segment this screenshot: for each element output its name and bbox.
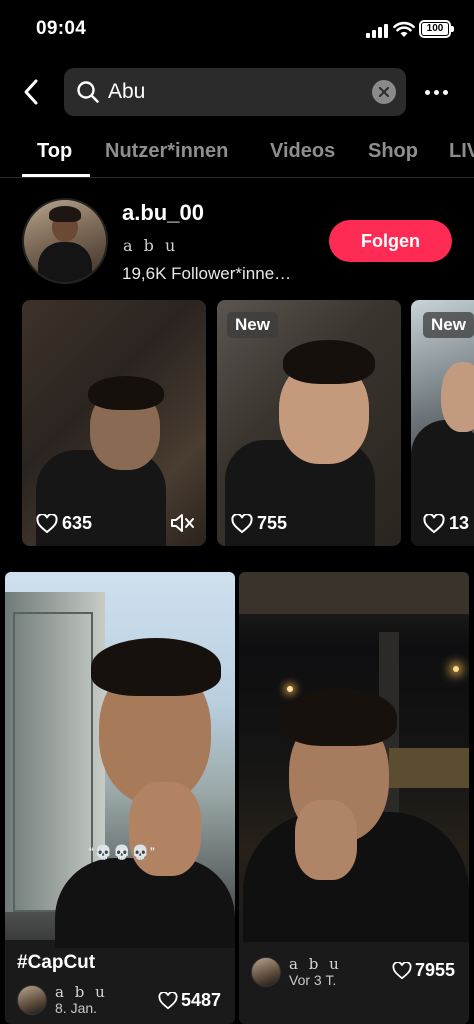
new-badge: New <box>423 312 474 338</box>
heart-icon <box>158 991 178 1009</box>
post-date: 8. Jan. <box>55 1000 98 1016</box>
heart-icon <box>423 513 445 533</box>
video-card[interactable]: a b u Vor 3 T. 7955 <box>239 572 469 1024</box>
author-name: a b u <box>289 955 342 973</box>
video-likes: 635 <box>36 513 92 534</box>
chevron-left-icon <box>24 79 38 105</box>
video-author[interactable]: a b u 8. Jan. <box>17 984 108 1016</box>
tab-users[interactable]: Nutzer*innen <box>105 140 228 163</box>
video-cover: “💀💀💀” <box>5 572 235 948</box>
cellular-signal-icon <box>366 24 388 38</box>
back-button[interactable] <box>14 74 48 110</box>
video-likes-count: 635 <box>62 513 93 533</box>
search-icon <box>77 81 99 103</box>
tab-top[interactable]: Top <box>37 140 72 163</box>
tab-shop[interactable]: Shop <box>368 140 418 163</box>
profile-nickname: a b u <box>123 236 179 255</box>
profile-followers: 19,6K Follower*inne… <box>122 264 292 283</box>
active-tab-indicator <box>22 174 90 177</box>
avatar <box>251 957 281 987</box>
follow-button[interactable]: Folgen <box>329 220 452 262</box>
video-likes-count: 755 <box>257 513 288 533</box>
close-icon <box>379 87 389 97</box>
video-thumbnail[interactable]: 635 <box>22 300 206 546</box>
mute-icon[interactable] <box>170 512 196 534</box>
battery-level: 100 <box>422 23 448 35</box>
overlay-text: “💀💀💀” <box>89 844 156 860</box>
video-author[interactable]: a b u Vor 3 T. <box>251 956 342 988</box>
author-name: a b u <box>55 983 108 1001</box>
video-likes-count: 5487 <box>180 990 221 1010</box>
video-caption: #CapCut <box>17 952 96 973</box>
avatar <box>17 985 47 1015</box>
status-time: 09:04 <box>36 18 87 39</box>
video-thumbnail[interactable]: New 755 <box>217 300 401 546</box>
profile-username[interactable]: a.bu_00 <box>122 200 204 226</box>
more-options-icon[interactable] <box>420 80 452 104</box>
video-likes-count: 7955 <box>414 960 455 980</box>
heart-icon <box>36 513 58 533</box>
avatar[interactable] <box>22 198 108 284</box>
video-card[interactable]: “💀💀💀” #CapCut a b u 8. Jan. 5487 <box>5 572 235 1024</box>
video-cover <box>239 572 469 942</box>
video-likes: 755 <box>231 513 287 534</box>
new-badge: New <box>227 312 278 338</box>
search-tabs: Top Nutzer*innen Videos Shop LIVE <box>0 130 474 178</box>
tab-live[interactable]: LIVE <box>449 140 474 163</box>
wifi-icon <box>393 21 415 37</box>
search-input[interactable]: Abu <box>64 68 406 116</box>
clear-search-button[interactable] <box>372 80 396 104</box>
video-thumbnail[interactable]: New 13 <box>411 300 474 546</box>
video-likes: 7955 <box>392 960 455 981</box>
video-likes: 5487 <box>158 990 221 1011</box>
video-likes-count: 13 <box>449 513 470 533</box>
tab-videos[interactable]: Videos <box>270 140 335 163</box>
heart-icon <box>392 961 412 979</box>
search-query: Abu <box>108 80 146 103</box>
post-date: Vor 3 T. <box>289 972 337 988</box>
heart-icon <box>231 513 253 533</box>
video-likes: 13 <box>423 513 469 534</box>
battery-icon: 100 <box>419 20 454 38</box>
status-bar: 09:04 100 <box>0 0 474 58</box>
